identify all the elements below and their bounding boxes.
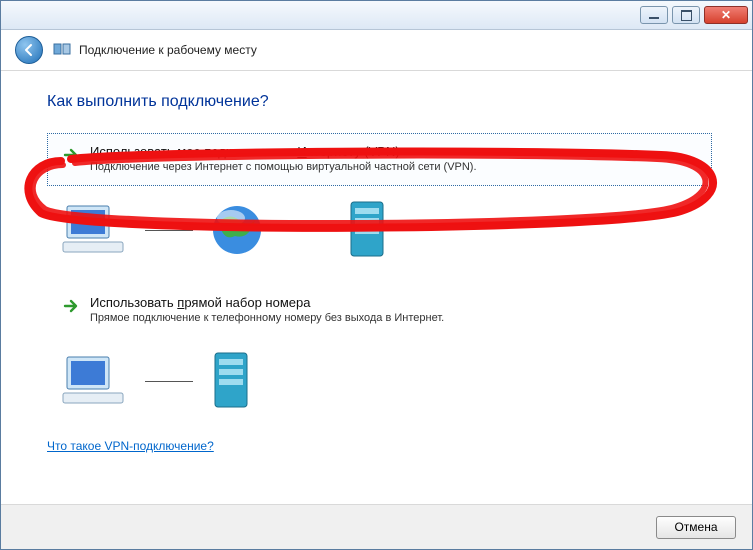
wizard-title: Подключение к рабочему месту — [79, 43, 257, 57]
connection-line-icon — [145, 381, 193, 382]
help-link-vpn[interactable]: Что такое VPN-подключение? — [47, 439, 214, 453]
server-icon — [345, 200, 389, 260]
option-vpn[interactable]: Использовать мое подключение к Интернету… — [47, 133, 712, 186]
arrow-right-icon — [62, 146, 80, 164]
connection-line-icon — [281, 230, 329, 231]
option-vpn-desc: Подключение через Интернет с помощью вир… — [90, 161, 477, 173]
server-icon — [209, 351, 253, 411]
vpn-diagram — [59, 200, 712, 260]
window-maximize-button[interactable] — [672, 6, 700, 24]
connection-line-icon — [145, 230, 193, 231]
option-vpn-title: Использовать мое подключение к Интернету… — [90, 144, 477, 159]
arrow-right-icon — [62, 297, 80, 315]
cancel-button[interactable]: Отмена — [656, 516, 736, 539]
back-button[interactable] — [15, 36, 43, 64]
wizard-footer: Отмена — [1, 504, 752, 549]
wizard-question: Как выполнить подключение? — [47, 93, 712, 111]
titlebar: ✕ — [1, 1, 752, 30]
globe-icon — [209, 202, 265, 258]
wizard-window: ✕ Подключение к рабочему месту Как выпол… — [0, 0, 753, 550]
dialup-diagram — [59, 351, 712, 411]
computer-icon — [59, 353, 129, 409]
option-dialup-title: Использовать прямой набор номера — [90, 295, 444, 310]
close-icon: ✕ — [721, 9, 731, 21]
workplace-icon — [53, 41, 71, 59]
wizard-header: Подключение к рабочему месту — [1, 30, 752, 71]
back-arrow-icon — [22, 43, 36, 57]
wizard-body: Как выполнить подключение? Использовать … — [1, 71, 752, 491]
window-minimize-button[interactable] — [640, 6, 668, 24]
option-dialup-desc: Прямое подключение к телефонному номеру … — [90, 312, 444, 324]
option-dialup[interactable]: Использовать прямой набор номера Прямое … — [47, 284, 712, 337]
computer-icon — [59, 202, 129, 258]
window-close-button[interactable]: ✕ — [704, 6, 748, 24]
